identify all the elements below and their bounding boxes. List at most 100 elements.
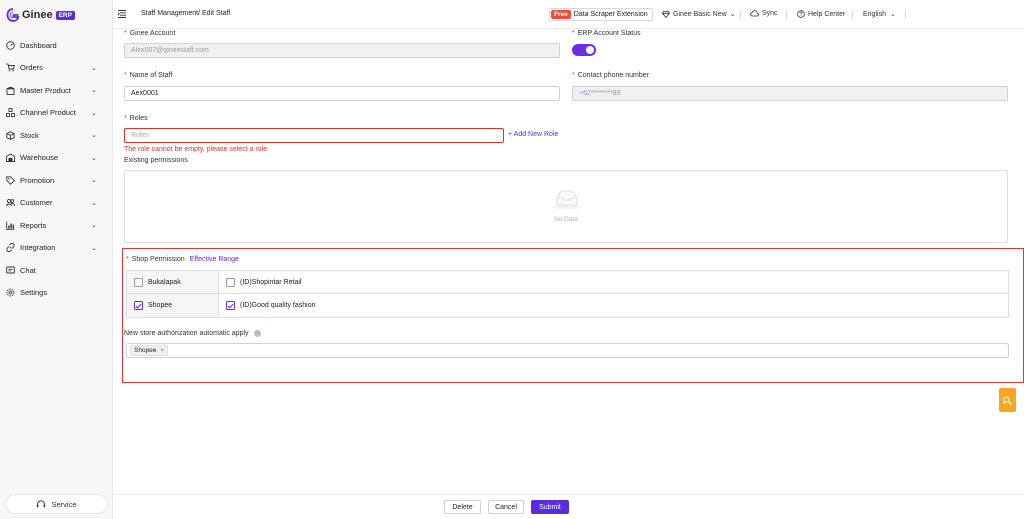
- sidebar-item-label: Promotion: [20, 175, 55, 185]
- chart-icon: [6, 221, 15, 230]
- auto-apply-select[interactable]: Shopee ×: [126, 343, 1009, 358]
- form-footer: Delete Cancel Submit: [113, 494, 1024, 519]
- chevron-down-icon: ⌄: [91, 64, 97, 72]
- empty-inbox-icon: [553, 190, 581, 210]
- staff-name-input[interactable]: Aex0001: [124, 86, 560, 101]
- checkbox-checked[interactable]: [226, 301, 235, 310]
- chevron-down-icon: ⌄: [91, 154, 97, 162]
- sidebar-item-customer[interactable]: Customer ⌄: [0, 192, 113, 215]
- dashboard-icon: [6, 41, 15, 50]
- check-icon: [135, 303, 142, 309]
- sidebar-item-orders[interactable]: Orders ⌄: [0, 57, 113, 80]
- sidebar-item-label: Channel Product: [20, 108, 76, 118]
- chevron-down-icon: ⌄: [91, 109, 97, 117]
- divider: [740, 10, 741, 19]
- language-dropdown[interactable]: English ⌄: [863, 10, 896, 19]
- sidebar-item-label: Orders: [20, 63, 43, 73]
- store-cell[interactable]: (ID)Shopintar Retail: [219, 271, 1008, 293]
- roles-error-message: The role cannot be empty, please select …: [124, 146, 268, 153]
- cart-icon: [6, 63, 15, 72]
- sidebar-item-label: Reports: [20, 220, 47, 230]
- help-label: Help Center: [808, 10, 846, 18]
- users-icon: [6, 198, 15, 207]
- cancel-button[interactable]: Cancel: [488, 500, 524, 514]
- chevron-down-icon: ⌄: [729, 11, 736, 18]
- channel-icon: [6, 108, 15, 118]
- sidebar-item-label: Dashboard: [20, 40, 57, 50]
- erp-status-label: * ERP Account Status: [572, 30, 641, 37]
- gear-icon: [6, 288, 15, 297]
- chevron-down-icon: ⌄: [91, 132, 97, 140]
- menu-collapse-icon[interactable]: [117, 9, 127, 19]
- erp-status-toggle[interactable]: [572, 44, 596, 56]
- check-icon: [227, 303, 234, 309]
- effective-range-link[interactable]: Effective Range: [190, 256, 239, 263]
- service-label: Service: [51, 499, 77, 509]
- existing-permissions-box: No Data: [124, 170, 1008, 243]
- plan-dropdown[interactable]: Ginee Basic New ⌄: [662, 10, 736, 18]
- existing-permissions-label: Existing permissions: [124, 157, 188, 164]
- free-badge: Free: [551, 10, 571, 19]
- floating-helper-button[interactable]: [999, 388, 1016, 412]
- sidebar-item-label: Chat: [20, 265, 36, 275]
- topbar: Staff Management/ Edit Staff Free Data S…: [113, 0, 1024, 29]
- table-row: Shopee (ID)Good quality fashion: [127, 294, 1008, 317]
- shop-permission-label: * Shop Permission Effective Range: [126, 256, 239, 263]
- sidebar-item-master-product[interactable]: Master Product ⌄: [0, 79, 113, 102]
- submit-button[interactable]: Submit: [531, 500, 569, 514]
- warehouse-icon: [6, 153, 15, 163]
- bag-icon: [6, 86, 15, 95]
- sidebar-item-warehouse[interactable]: Warehouse ⌄: [0, 147, 113, 170]
- required-asterisk: *: [124, 72, 127, 79]
- no-data-text: No Data: [554, 216, 578, 223]
- roles-label: * Roles: [124, 115, 148, 122]
- checkbox-checked[interactable]: [134, 301, 143, 310]
- ginee-logo[interactable]: Ginee ERP: [6, 7, 75, 23]
- data-scraper-promo[interactable]: Free Data Scraper Extension: [549, 8, 653, 21]
- delete-button[interactable]: Delete: [444, 500, 481, 514]
- sidebar-item-reports[interactable]: Reports ⌄: [0, 214, 113, 237]
- checkbox[interactable]: [226, 277, 235, 287]
- sidebar-item-integration[interactable]: Integration ⌄: [0, 237, 113, 260]
- help-center-link[interactable]: Help Center: [797, 10, 845, 18]
- service-button[interactable]: Service: [5, 494, 108, 514]
- checkbox[interactable]: [134, 277, 143, 287]
- sidebar-item-chat[interactable]: Chat: [0, 259, 113, 282]
- help-icon: [797, 10, 805, 18]
- promo-text: Data Scraper Extension: [573, 11, 648, 18]
- headset-icon: [37, 499, 46, 507]
- add-new-role-link[interactable]: + Add New Role: [508, 131, 558, 138]
- sync-label: Sync: [762, 10, 778, 17]
- channel-label: Shopee: [148, 302, 173, 309]
- required-asterisk: *: [124, 115, 127, 122]
- channel-cell[interactable]: Shopee: [127, 294, 219, 317]
- roles-select[interactable]: Roles: [124, 128, 504, 143]
- tag-close-icon[interactable]: ×: [160, 347, 164, 354]
- required-asterisk: *: [572, 30, 575, 37]
- sidebar-item-stock[interactable]: Stock ⌄: [0, 124, 113, 147]
- channel-cell[interactable]: Bukalapak: [127, 271, 219, 293]
- shop-permission-table: Bukalapak (ID)Shopintar Retail Shopee (I…: [126, 270, 1009, 318]
- tag-icon: [6, 176, 15, 185]
- chevron-down-icon: ⌄: [91, 177, 97, 185]
- sidebar-item-label: Warehouse: [20, 153, 59, 163]
- language-label: English: [863, 10, 886, 18]
- required-asterisk: *: [124, 30, 127, 37]
- store-label: (ID)Good quality fashion: [240, 302, 316, 309]
- chevron-down-icon: ⌄: [91, 87, 97, 95]
- breadcrumb: Staff Management/ Edit Staff: [141, 10, 231, 17]
- divider: [852, 10, 853, 19]
- sidebar-item-promotion[interactable]: Promotion ⌄: [0, 169, 113, 192]
- plan-label: Ginee Basic New: [673, 10, 727, 18]
- info-icon[interactable]: [253, 330, 261, 337]
- sidebar-item-settings[interactable]: Settings: [0, 282, 113, 305]
- chevron-down-icon: ⌄: [91, 244, 97, 252]
- sync-button[interactable]: Sync: [750, 10, 778, 17]
- divider: [786, 10, 787, 19]
- store-cell[interactable]: (ID)Good quality fashion: [219, 294, 1008, 317]
- sidebar-item-label: Master Product: [20, 85, 71, 95]
- helper-icon: [1002, 396, 1012, 405]
- edit-staff-form: * Ginee Account Alex007@gineestaff.com * E…: [113, 29, 1024, 494]
- sidebar-item-dashboard[interactable]: Dashboard: [0, 34, 113, 57]
- sidebar-item-channel-product[interactable]: Channel Product ⌄: [0, 102, 113, 125]
